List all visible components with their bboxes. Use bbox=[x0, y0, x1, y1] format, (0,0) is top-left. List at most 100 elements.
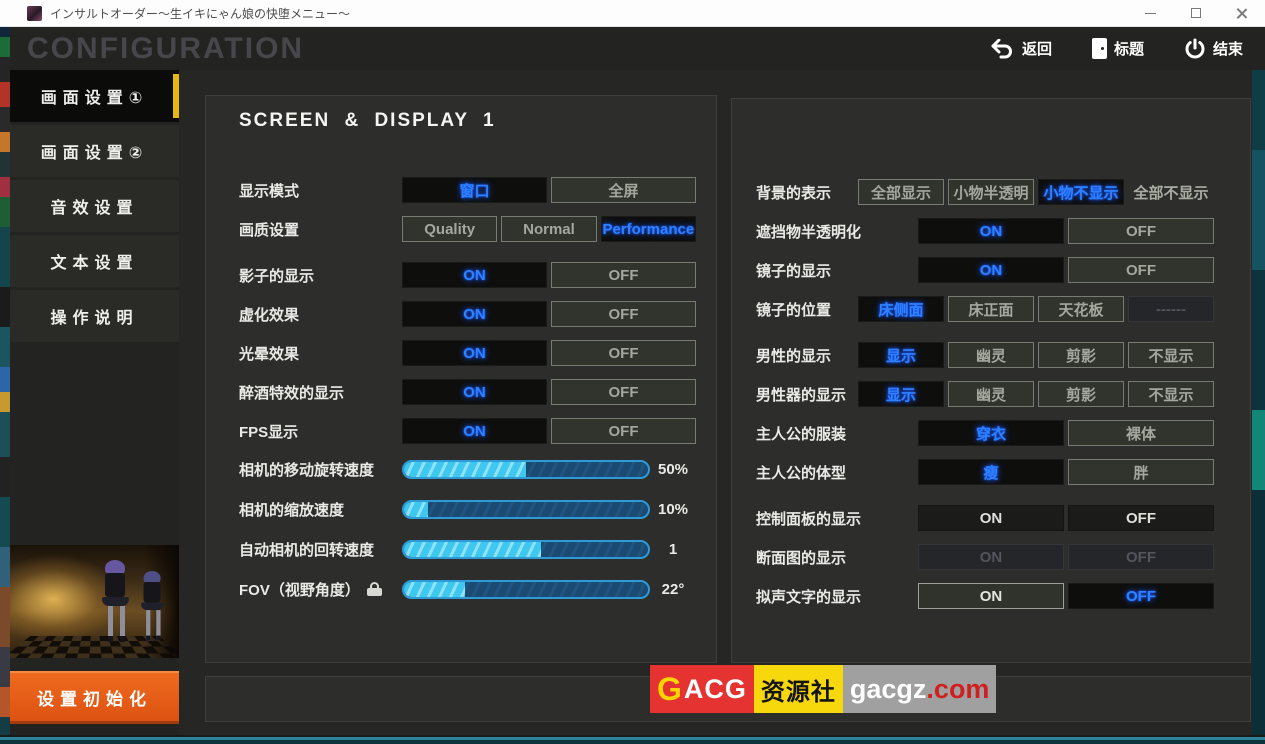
option-button[interactable]: 剪影 bbox=[1038, 381, 1124, 407]
sidebar-item-1[interactable]: 画面设置① bbox=[10, 70, 179, 122]
quit-button[interactable]: 结束 bbox=[1184, 38, 1243, 60]
slider-fill bbox=[404, 542, 541, 557]
setting-label: 背景的表示 bbox=[756, 182, 858, 203]
slider-track[interactable] bbox=[402, 500, 650, 519]
sidebar-item-2[interactable]: 画面设置② bbox=[10, 125, 179, 177]
option-button[interactable]: 小物半透明 bbox=[948, 179, 1034, 205]
option-group: ONOFF bbox=[402, 340, 696, 366]
option-button[interactable]: ON bbox=[918, 583, 1064, 609]
option-group: 窗口全屏 bbox=[402, 177, 696, 203]
option-button[interactable]: ON bbox=[918, 218, 1064, 244]
title-label: 标题 bbox=[1114, 38, 1144, 59]
option-button[interactable]: OFF bbox=[1068, 218, 1214, 244]
setting-label: 主人公的服装 bbox=[756, 423, 918, 444]
option-group: ONOFF bbox=[918, 544, 1214, 570]
option-button[interactable]: 天花板 bbox=[1038, 296, 1124, 322]
setting-row: 相机的缩放速度10% bbox=[239, 498, 696, 520]
desktop-edge-bottom bbox=[0, 735, 1265, 744]
setting-row: 醉酒特效的显示ONOFF bbox=[239, 379, 696, 405]
sidebar: 画面设置①画面设置②音效设置文本设置操作说明 设置初始化 bbox=[10, 70, 179, 735]
setting-row: 男性的显示显示幽灵剪影不显示 bbox=[756, 342, 1214, 368]
setting-row: 遮挡物半透明化ONOFF bbox=[756, 218, 1214, 244]
setting-row: 镜子的位置床侧面床正面天花板------ bbox=[756, 296, 1214, 322]
option-button[interactable]: Performance bbox=[601, 216, 696, 242]
slider-value: 22° bbox=[650, 581, 696, 598]
title-screen-button[interactable]: 标题 bbox=[1092, 38, 1144, 60]
slider-track[interactable] bbox=[402, 580, 650, 599]
setting-row: 显示模式窗口全屏 bbox=[239, 177, 696, 203]
option-button[interactable]: Quality bbox=[402, 216, 497, 242]
close-button[interactable] bbox=[1219, 0, 1265, 26]
option-button[interactable]: OFF bbox=[551, 262, 696, 288]
option-button[interactable]: 床侧面 bbox=[858, 296, 944, 322]
option-button[interactable]: OFF bbox=[1068, 257, 1214, 283]
setting-label: 画质设置 bbox=[239, 219, 402, 240]
option-button[interactable]: ON bbox=[918, 257, 1064, 283]
setting-label: 控制面板的显示 bbox=[756, 508, 918, 529]
option-group: ONOFF bbox=[402, 262, 696, 288]
option-button[interactable]: 显示 bbox=[858, 342, 944, 368]
option-button[interactable]: ON bbox=[402, 262, 547, 288]
option-group: ONOFF bbox=[918, 257, 1214, 283]
setting-row: 主人公的体型瘦胖 bbox=[756, 459, 1214, 485]
setting-label: FOV（视野角度） bbox=[239, 579, 402, 600]
option-button[interactable]: ON bbox=[402, 379, 547, 405]
option-button[interactable]: OFF bbox=[1068, 583, 1214, 609]
setting-label: 显示模式 bbox=[239, 180, 402, 201]
option-button[interactable]: 裸体 bbox=[1068, 420, 1214, 446]
screen-display-panel: SCREEN & DISPLAY 1 显示模式窗口全屏画质设置QualityNo… bbox=[205, 95, 717, 663]
back-button[interactable]: 返回 bbox=[991, 38, 1052, 60]
setting-label: FPS显示 bbox=[239, 421, 402, 442]
option-button[interactable]: 小物不显示 bbox=[1038, 179, 1124, 205]
slider-value: 10% bbox=[650, 501, 696, 518]
watermark-cn-text: 资源社 bbox=[754, 665, 843, 713]
window-title: インサルトオーダー～生イキにゃん娘の快堕メニュー～ bbox=[50, 5, 350, 22]
option-button[interactable]: 床正面 bbox=[948, 296, 1034, 322]
slider-track[interactable] bbox=[402, 460, 650, 479]
option-button[interactable]: ON bbox=[402, 418, 547, 444]
option-button: ------ bbox=[1128, 296, 1214, 322]
option-button[interactable]: 胖 bbox=[1068, 459, 1214, 485]
page-title: CONFIGURATION bbox=[27, 32, 304, 66]
option-button[interactable]: OFF bbox=[551, 379, 696, 405]
option-button[interactable]: 剪影 bbox=[1038, 342, 1124, 368]
maximize-button[interactable] bbox=[1173, 0, 1219, 26]
option-button[interactable]: Normal bbox=[501, 216, 596, 242]
setting-label: 镜子的位置 bbox=[756, 299, 858, 320]
option-button[interactable]: 全屏 bbox=[551, 177, 696, 203]
option-button[interactable]: OFF bbox=[551, 418, 696, 444]
option-button[interactable]: ON bbox=[918, 505, 1064, 531]
option-button[interactable]: 幽灵 bbox=[948, 342, 1034, 368]
minimize-button[interactable] bbox=[1127, 0, 1173, 26]
sidebar-item-5[interactable]: 操作说明 bbox=[10, 290, 179, 342]
option-button[interactable]: ON bbox=[402, 340, 547, 366]
option-group: ONOFF bbox=[918, 505, 1214, 531]
option-button[interactable]: 幽灵 bbox=[948, 381, 1034, 407]
option-button[interactable]: 不显示 bbox=[1128, 381, 1214, 407]
setting-label: 虚化效果 bbox=[239, 304, 402, 325]
option-button[interactable]: 显示 bbox=[858, 381, 944, 407]
power-icon bbox=[1184, 38, 1206, 60]
option-button[interactable]: OFF bbox=[1068, 505, 1214, 531]
panel-title: SCREEN & DISPLAY 1 bbox=[239, 110, 696, 132]
option-button[interactable]: 瘦 bbox=[918, 459, 1064, 485]
sidebar-item-4[interactable]: 文本设置 bbox=[10, 235, 179, 287]
setting-row: 主人公的服装穿衣裸体 bbox=[756, 420, 1214, 446]
setting-label: 光晕效果 bbox=[239, 343, 402, 364]
option-button[interactable]: 窗口 bbox=[402, 177, 547, 203]
option-group: QualityNormalPerformance bbox=[402, 216, 696, 242]
slider-fill bbox=[404, 502, 428, 517]
option-button[interactable]: OFF bbox=[551, 340, 696, 366]
setting-row: 镜子的显示ONOFF bbox=[756, 257, 1214, 283]
option-button[interactable]: 穿衣 bbox=[918, 420, 1064, 446]
setting-row: 背景的表示全部显示小物半透明小物不显示全部不显示 bbox=[756, 179, 1214, 205]
option-button[interactable]: 不显示 bbox=[1128, 342, 1214, 368]
slider-track[interactable] bbox=[402, 540, 650, 559]
option-button[interactable]: 全部显示 bbox=[858, 179, 944, 205]
sidebar-item-3[interactable]: 音效设置 bbox=[10, 180, 179, 232]
preview-character-2 bbox=[141, 571, 164, 641]
settings-reset-button[interactable]: 设置初始化 bbox=[10, 671, 179, 724]
option-button[interactable]: OFF bbox=[551, 301, 696, 327]
setting-row: 男性器的显示显示幽灵剪影不显示 bbox=[756, 381, 1214, 407]
option-button[interactable]: ON bbox=[402, 301, 547, 327]
